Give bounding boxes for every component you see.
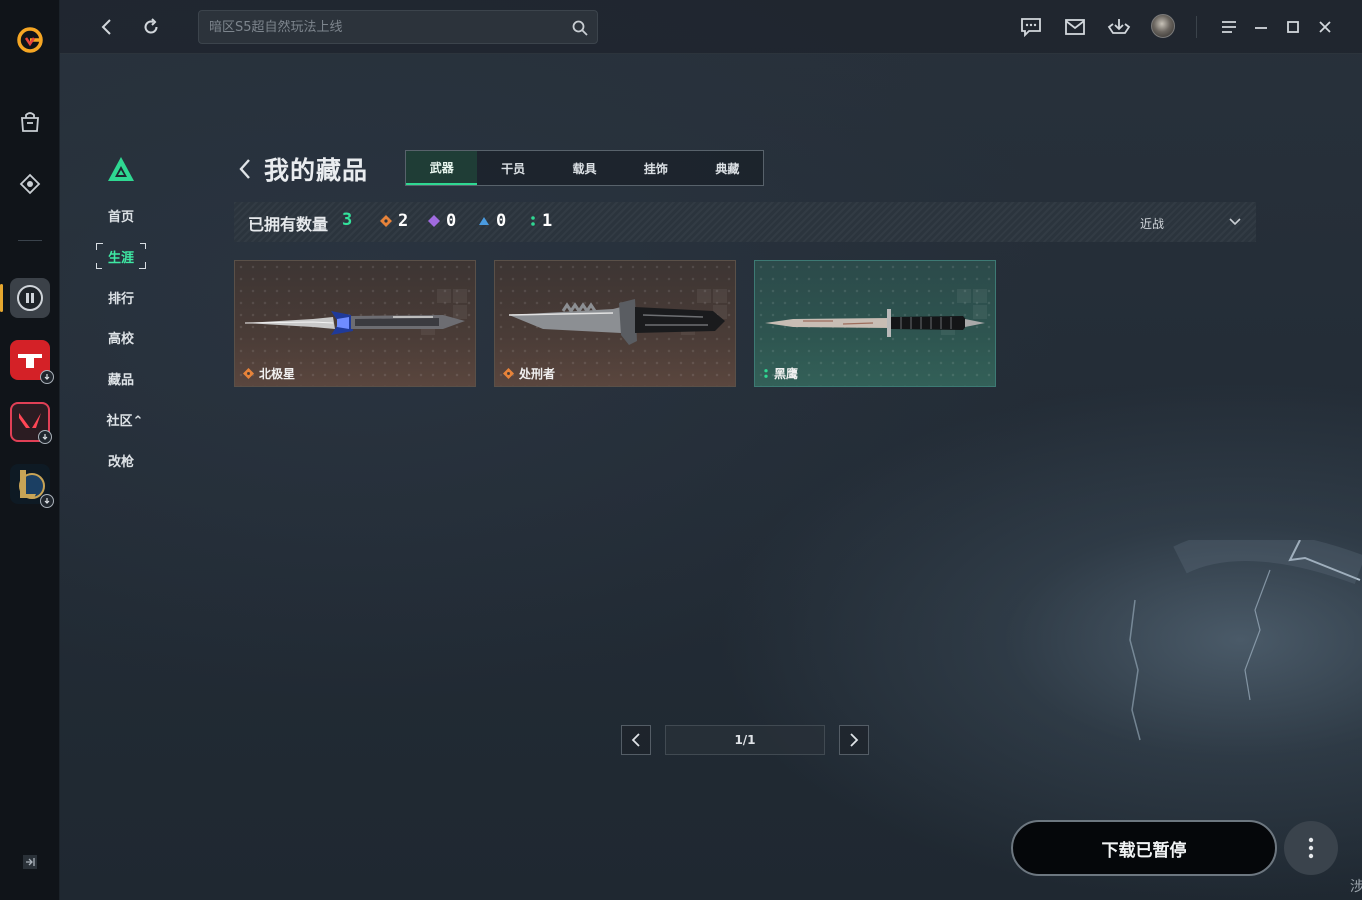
search-icon[interactable] (571, 19, 589, 37)
refresh-icon[interactable] (138, 14, 164, 40)
chevron-down-icon (1229, 218, 1241, 226)
blue-triangle-icon (479, 217, 489, 225)
rail-divider (18, 240, 42, 241)
user-avatar[interactable] (1151, 14, 1175, 38)
download-badge-icon (40, 494, 54, 508)
weapon-card[interactable]: 黑鹰 (754, 260, 996, 387)
weapon-card-name: 黑鹰 (763, 365, 798, 382)
tab-vehicles[interactable]: 载具 (549, 151, 620, 185)
owned-stats-bar: 已拥有数量 3 2 0 0 1 近战 (234, 202, 1256, 242)
green-dots-icon (764, 369, 768, 378)
download-badge-icon (40, 370, 54, 384)
collection-back-icon[interactable] (234, 156, 256, 182)
prev-page-button[interactable] (621, 725, 651, 755)
mail-icon[interactable] (1062, 14, 1088, 40)
page-indicator: 1/1 (665, 725, 825, 755)
rarity-purple-stat: 0 (428, 211, 456, 231)
search-box (198, 10, 598, 44)
pause-icon (17, 285, 43, 311)
rarity-blue-count: 0 (496, 211, 507, 231)
corner-text-fragment: 涉 (1350, 879, 1362, 895)
arena-breakout-app[interactable] (8, 276, 52, 320)
arena-breakout-logo-icon (108, 157, 134, 181)
weapon-type-filter[interactable]: 近战 (1140, 212, 1250, 234)
weapon-card-name: 处刑者 (503, 365, 555, 382)
rarity-orange-count: 2 (398, 211, 409, 231)
subnav-collection[interactable]: 藏品 (96, 365, 146, 391)
subnav-career[interactable]: 生涯 (96, 243, 146, 269)
maximize-icon[interactable] (1280, 14, 1306, 40)
orange-diamond-icon (503, 368, 514, 379)
owned-count-label: 已拥有数量 (248, 215, 329, 234)
topbar-divider (1196, 16, 1197, 38)
weapon-card-name: 北极星 (243, 365, 295, 382)
minimize-icon[interactable] (1248, 14, 1274, 40)
weapon-name-text: 处刑者 (519, 367, 556, 381)
filter-value: 近战 (1140, 217, 1165, 231)
subnav-college[interactable]: 高校 (96, 324, 146, 350)
weapon-card[interactable]: 北极星 (234, 260, 476, 387)
polaris-knife-image (244, 311, 465, 335)
rarity-blue-stat: 0 (478, 211, 506, 231)
chat-icon[interactable] (1018, 14, 1044, 40)
subnav-ranking[interactable]: 排行 (96, 284, 146, 310)
executioner-knife-image (508, 299, 725, 345)
tab-charms[interactable]: 挂饰 (620, 151, 691, 185)
menu-icon[interactable] (1216, 14, 1242, 40)
collapse-sidebar-icon[interactable] (20, 852, 40, 872)
next-page-button[interactable] (839, 725, 869, 755)
orange-diamond-icon (243, 368, 254, 379)
tab-operators[interactable]: 干员 (477, 151, 548, 185)
weapon-name-text: 北极星 (259, 367, 296, 381)
crossfire-app[interactable] (8, 338, 54, 384)
game-library-icon[interactable] (8, 162, 52, 206)
subnav-gunsmith[interactable]: 改枪 (96, 447, 146, 473)
subnav-career-label: 生涯 (107, 250, 134, 266)
chevron-right-icon (850, 733, 859, 747)
app-rail (0, 0, 60, 900)
search-input[interactable] (209, 11, 559, 43)
close-icon[interactable] (1312, 14, 1338, 40)
download-paused-button[interactable]: 下载已暂停 (1011, 820, 1277, 876)
page-title: 我的藏品 (264, 156, 369, 185)
league-of-legends-app[interactable] (8, 462, 54, 508)
rarity-green-count: 1 (542, 211, 553, 231)
weapon-card[interactable]: 处刑者 (494, 260, 736, 387)
green-dots-icon (531, 216, 535, 226)
rail-active-indicator (0, 284, 3, 312)
background-scene (60, 0, 1362, 900)
rarity-orange-stat: 2 (380, 211, 408, 231)
tab-archive[interactable]: 典藏 (692, 151, 763, 185)
top-bar (60, 0, 1362, 54)
tab-weapons[interactable]: 武器 (406, 151, 478, 185)
black-hawk-knife-image (765, 309, 985, 337)
orange-diamond-icon (380, 215, 392, 227)
valorant-app[interactable] (8, 400, 52, 444)
rarity-green-stat: 1 (530, 211, 552, 231)
purple-diamond-icon (428, 215, 440, 227)
download-badge-icon (38, 430, 52, 444)
category-tabs: 武器 干员 载具 挂饰 典藏 (405, 150, 764, 186)
store-bag-icon[interactable] (8, 100, 52, 144)
weapon-name-text: 黑鹰 (774, 367, 799, 381)
rarity-purple-count: 0 (446, 211, 457, 231)
wegame-logo-icon[interactable] (8, 18, 52, 62)
more-vertical-icon (1308, 837, 1314, 859)
owned-total-count: 3 (342, 210, 353, 230)
download-manager-icon[interactable] (1106, 14, 1132, 40)
more-options-button[interactable] (1284, 821, 1338, 875)
back-arrow-icon[interactable] (94, 14, 120, 40)
chevron-left-icon (631, 733, 640, 747)
subnav-community[interactable]: 社区⌃ (100, 406, 150, 432)
subnav-home[interactable]: 首页 (96, 202, 146, 228)
